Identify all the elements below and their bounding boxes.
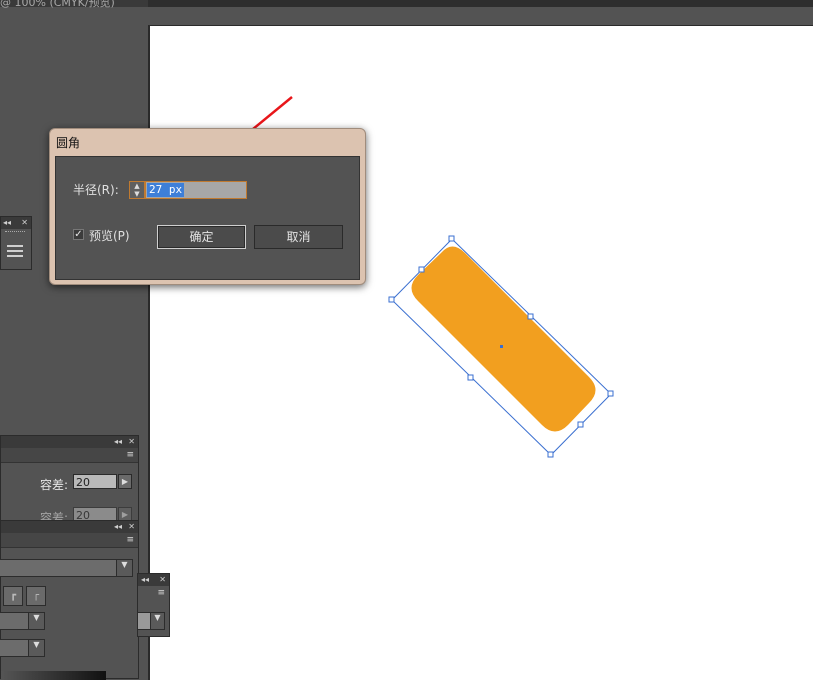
handle-right [607,390,614,397]
spin-down-icon[interactable]: ▼ [130,190,144,198]
dialog-body: 半径(R): ▲ ▼ 27 px ✓ 预览(P) 确定 取消 [55,156,360,280]
radius-input[interactable]: 27 px [145,181,247,199]
handle-bottom-right [577,421,584,428]
radius-stepper[interactable]: ▲ ▼ [129,181,145,199]
handle-mid-left [467,374,474,381]
preview-label[interactable]: 预览(P) [89,227,130,244]
radius-label: 半径(R): [73,183,119,197]
ok-button[interactable]: 确定 [157,225,246,249]
handle-bottom [547,451,554,458]
rounded-rectangle-shape[interactable] [411,246,596,432]
handle-top-left [418,266,425,273]
radius-value: 27 px [147,183,185,197]
handle-left [388,296,395,303]
cancel-button[interactable]: 取消 [254,225,343,249]
canvas-overlay [183,96,614,458]
round-corners-dialog: 圆角 半径(R): ▲ ▼ 27 px ✓ 预览(P) 确定 取消 [49,128,366,285]
handle-top [448,235,455,242]
dialog-title[interactable]: 圆角 [56,134,80,151]
preview-checkbox[interactable]: ✓ [73,229,84,240]
handle-mid-right [527,313,534,320]
spin-up-icon[interactable]: ▲ [130,182,144,190]
center-point [500,345,503,348]
